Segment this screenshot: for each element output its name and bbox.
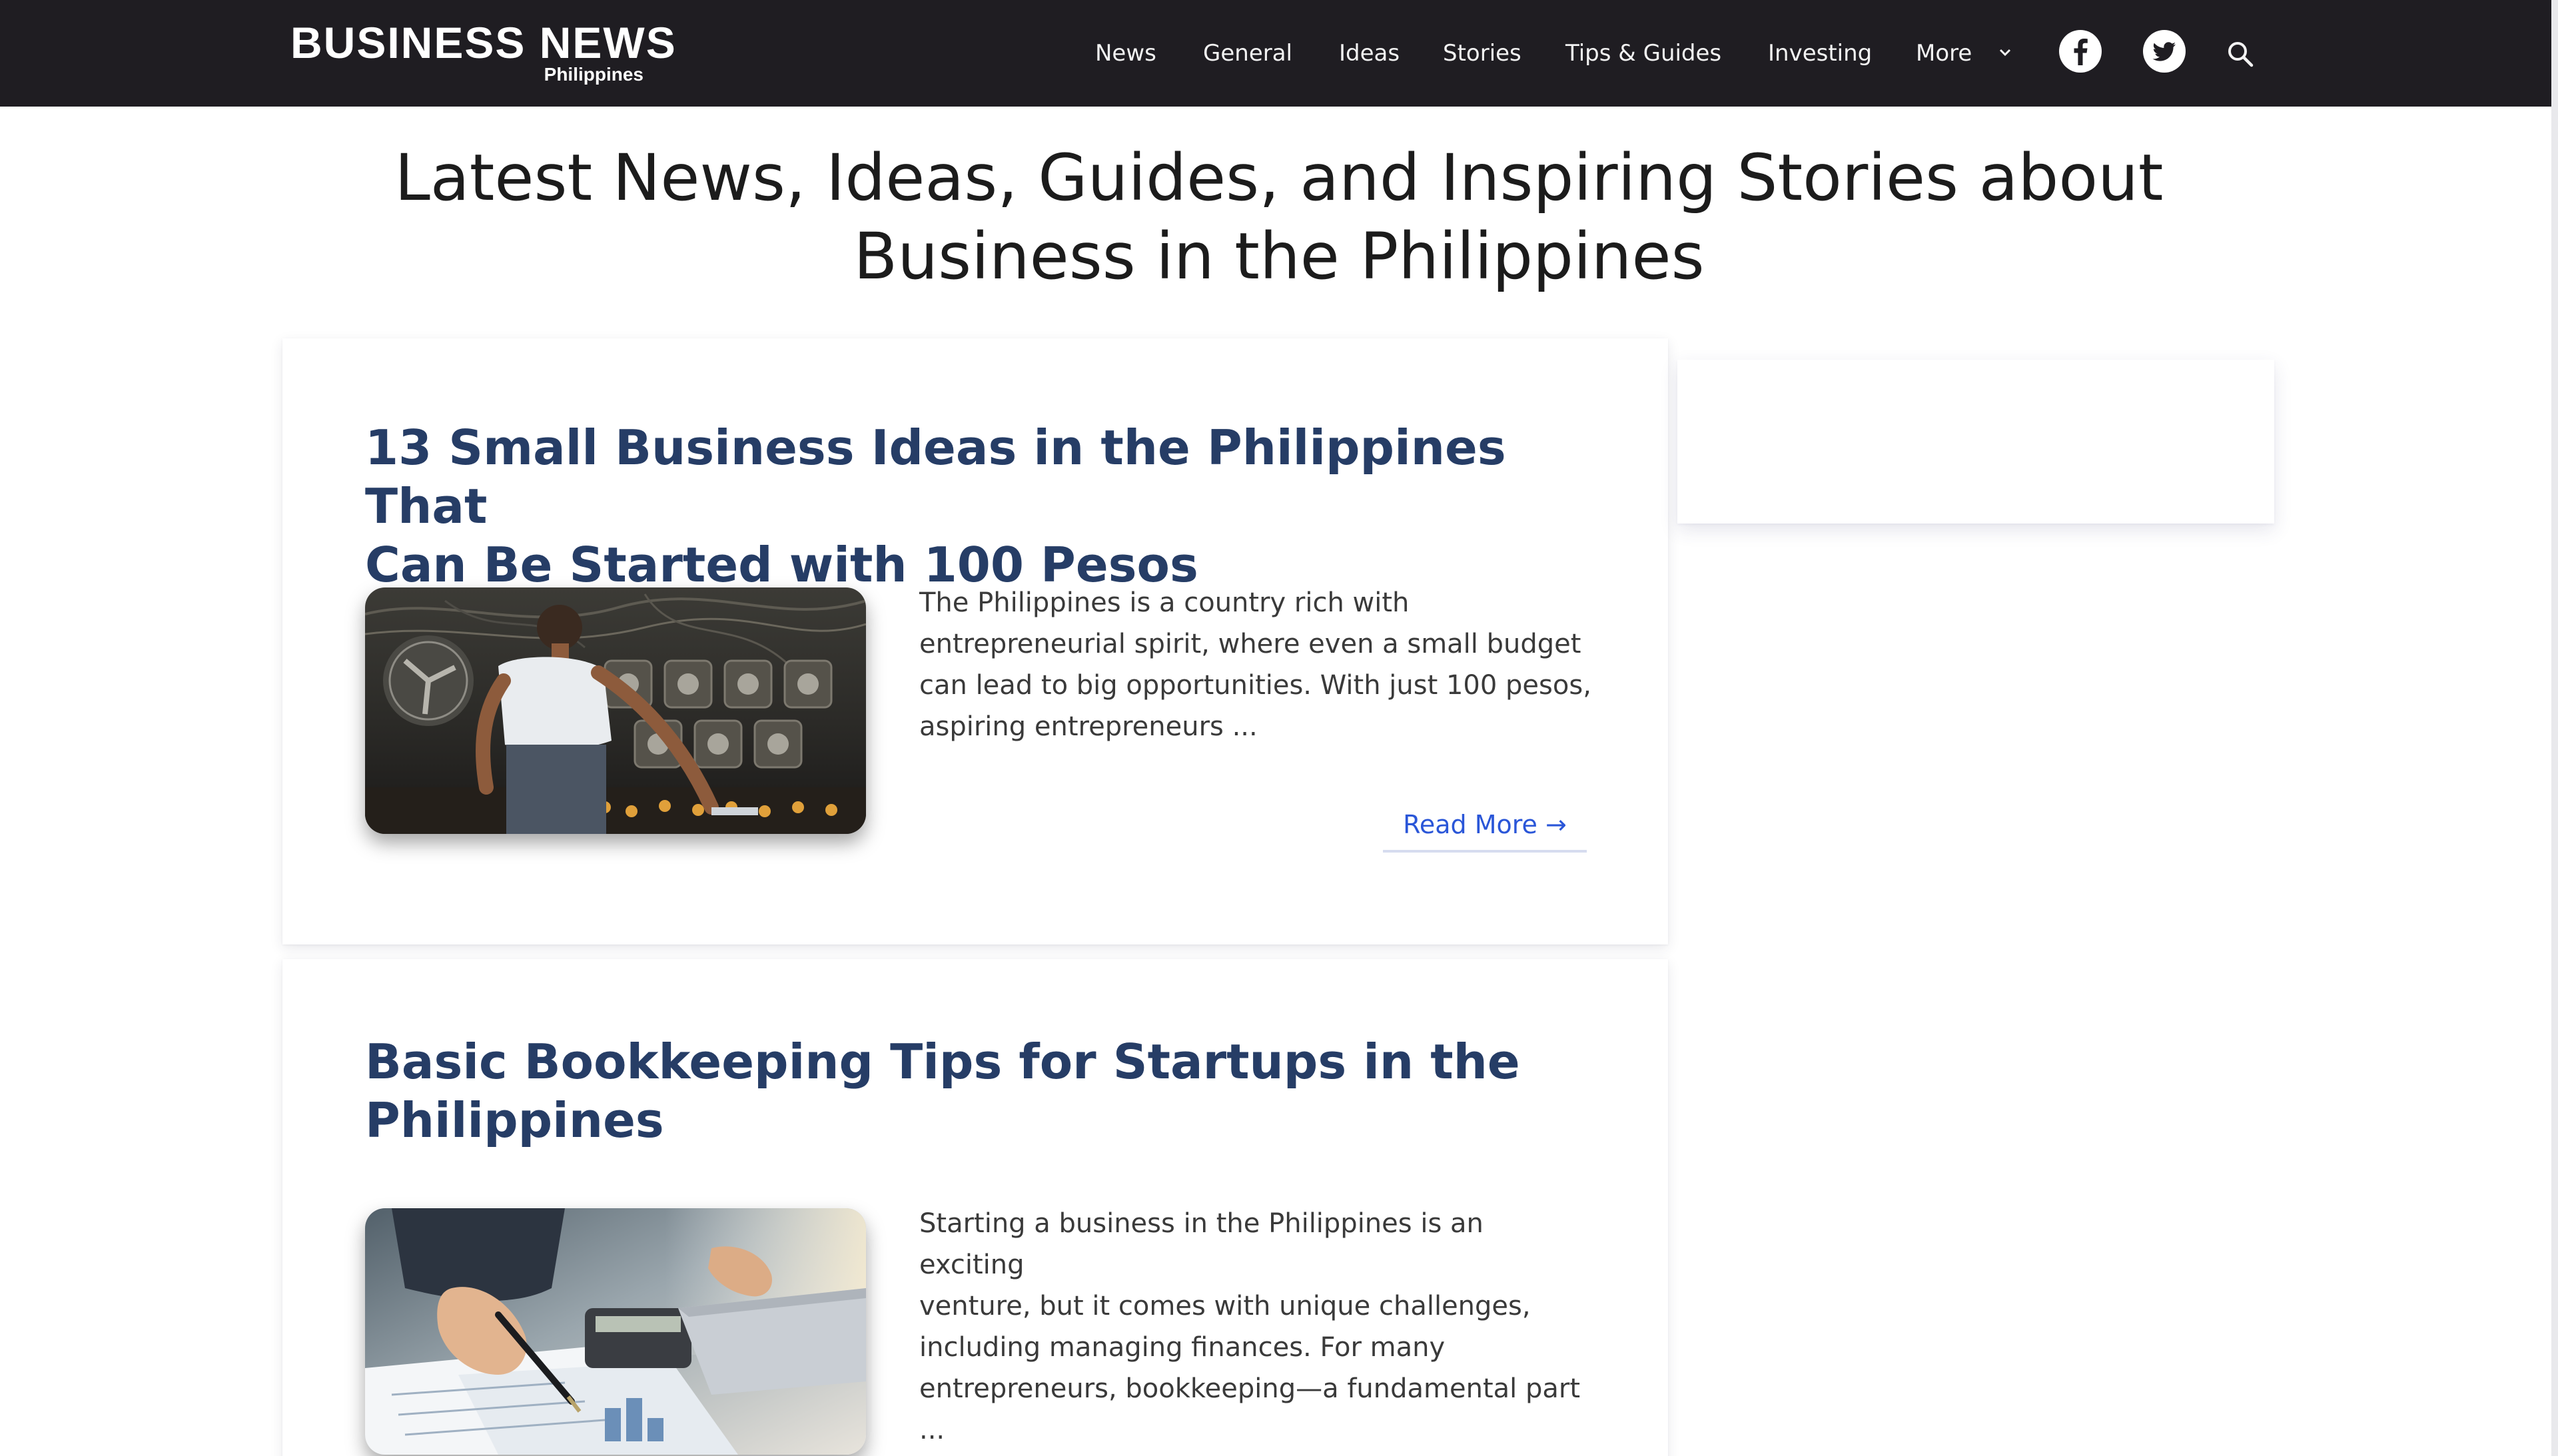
page-title: Latest News, Ideas, Guides, and Inspirin…: [266, 139, 2292, 296]
nav-item-stories[interactable]: Stories: [1443, 39, 1521, 68]
window-edge: [2551, 0, 2558, 1456]
excerpt-line: Starting a business in the Philippines i…: [919, 1208, 1484, 1280]
page: BUSINESS NEWS Philippines News General I…: [0, 0, 2558, 1456]
article-title-line-2[interactable]: Philippines: [365, 1092, 664, 1148]
page-title-line-1: Latest News, Ideas, Guides, and Inspirin…: [394, 141, 2164, 215]
nav-item-tips-guides[interactable]: Tips & Guides: [1565, 39, 1721, 68]
search-icon[interactable]: [2225, 39, 2256, 69]
excerpt-line: venture, but it comes with unique challe…: [919, 1291, 1531, 1321]
logo-subtitle: Philippines: [544, 64, 643, 85]
article-thumbnail[interactable]: [365, 587, 866, 834]
article-title-line-1[interactable]: 13 Small Business Ideas in the Philippin…: [365, 420, 1506, 534]
excerpt-line: entrepreneurial spirit, where even a sma…: [919, 629, 1581, 659]
nav-item-investing[interactable]: Investing: [1768, 39, 1872, 68]
excerpt-line: ...: [919, 1415, 945, 1445]
page-title-line-2: Business in the Philippines: [853, 219, 1705, 294]
article-title[interactable]: Basic Bookkeeping Tips for Startups in t…: [365, 1032, 1537, 1150]
site-logo[interactable]: BUSINESS NEWS Philippines: [290, 19, 675, 92]
article-card: 13 Small Business Ideas in the Philippin…: [282, 338, 1668, 944]
nav-item-ideas[interactable]: Ideas: [1339, 39, 1400, 68]
excerpt-line: The Philippines is a country rich with: [919, 587, 1410, 618]
excerpt-line: aspiring entrepreneurs ...: [919, 711, 1258, 742]
read-more-link[interactable]: Read More →: [1383, 805, 1587, 853]
nav-item-general[interactable]: General: [1203, 39, 1292, 68]
nav-item-news[interactable]: News: [1095, 39, 1156, 68]
logo-title: BUSINESS NEWS: [290, 18, 677, 67]
excerpt-line: can lead to big opportunities. With just…: [919, 670, 1591, 701]
facebook-icon[interactable]: [2057, 28, 2104, 75]
site-header: BUSINESS NEWS Philippines News General I…: [0, 0, 2558, 107]
nav-item-more[interactable]: More: [1916, 39, 1972, 68]
article-title-line-1[interactable]: Basic Bookkeeping Tips for Startups in t…: [365, 1034, 1520, 1090]
article-thumbnail[interactable]: [365, 1208, 866, 1455]
workshop-photo: [365, 587, 866, 834]
article-excerpt: Starting a business in the Philippines i…: [919, 1203, 1592, 1451]
chevron-down-icon[interactable]: [1997, 44, 2013, 60]
twitter-icon[interactable]: [2141, 28, 2188, 75]
article-excerpt: The Philippines is a country rich with e…: [919, 582, 1592, 747]
article-title[interactable]: 13 Small Business Ideas in the Philippin…: [365, 418, 1537, 594]
excerpt-line: entrepreneurs, bookkeeping—a fundamental…: [919, 1373, 1581, 1404]
article-card: Basic Bookkeeping Tips for Startups in t…: [282, 959, 1668, 1456]
bookkeeping-photo: [365, 1208, 866, 1455]
excerpt-line: including managing finances. For many: [919, 1332, 1446, 1363]
sidebar-widget: [1677, 360, 2274, 524]
